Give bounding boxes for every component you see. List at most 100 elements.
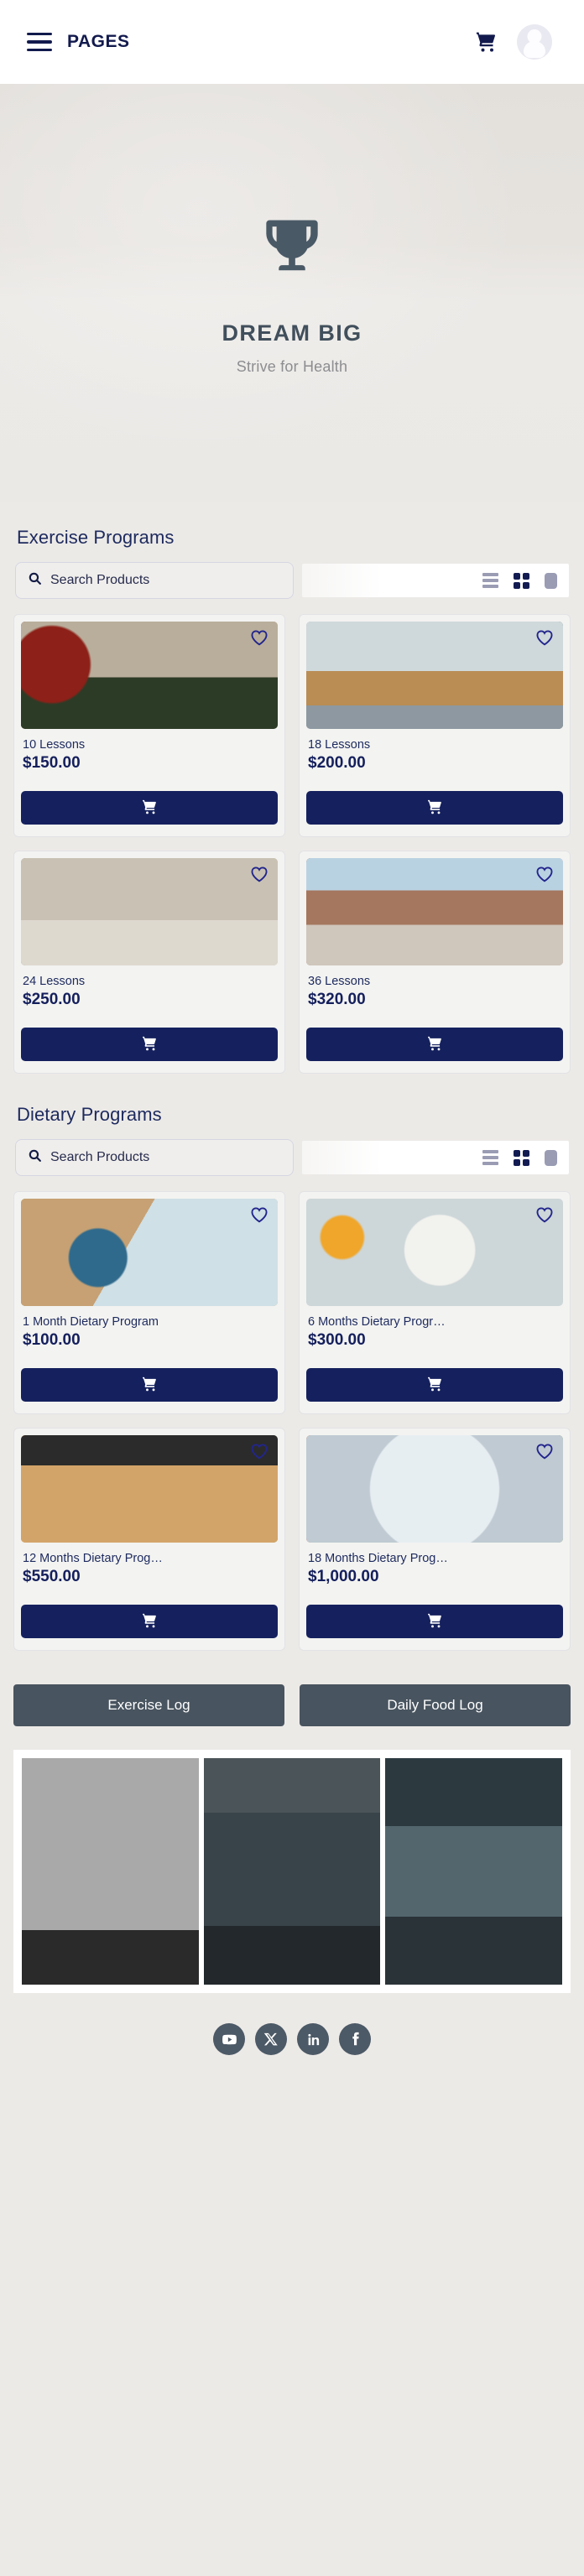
product-price: $250.00 <box>23 991 81 1008</box>
product-title: 18 Lessons <box>308 738 371 752</box>
product-card[interactable]: 12 Months Dietary Prog… $550.00 <box>13 1428 285 1651</box>
product-image <box>21 858 278 965</box>
section-title-dietary: Dietary Programs <box>17 1104 162 1125</box>
view-toggle-dietary <box>302 1141 569 1174</box>
search-placeholder-text: Search Products <box>50 1150 150 1164</box>
add-to-cart-button[interactable] <box>21 791 278 825</box>
exercise-log-button[interactable]: Exercise Log <box>13 1684 284 1726</box>
product-card[interactable]: 6 Months Dietary Progr… $300.00 <box>299 1191 571 1414</box>
daily-food-log-button[interactable]: Daily Food Log <box>300 1684 571 1726</box>
heart-outline-icon[interactable] <box>250 1443 269 1464</box>
x-twitter-icon[interactable] <box>255 2023 287 2055</box>
log-buttons-row: Exercise Log Daily Food Log <box>0 1656 584 1750</box>
heart-outline-icon[interactable] <box>250 1206 269 1227</box>
heart-outline-icon[interactable] <box>535 1206 554 1227</box>
view-toggle-exercise <box>302 564 569 597</box>
avatar[interactable] <box>517 24 552 60</box>
search-icon <box>28 571 42 590</box>
product-grid-exercise: 10 Lessons $150.00 18 Lessons $200.00 24… <box>13 614 571 1079</box>
product-image <box>21 622 278 729</box>
toolbar-dietary: Search Products <box>13 1139 571 1191</box>
shopping-cart-icon <box>425 1035 444 1054</box>
add-to-cart-button[interactable] <box>306 791 563 825</box>
product-card[interactable]: 18 Lessons $200.00 <box>299 614 571 837</box>
product-title: 6 Months Dietary Progr… <box>308 1315 446 1329</box>
heart-outline-icon[interactable] <box>535 866 554 887</box>
app-page: PAGES DREAM BIG Strive for Health Exerci… <box>0 0 584 2576</box>
product-price: $550.00 <box>23 1568 81 1585</box>
section-dietary-programs: Dietary Programs Search Products 1 Month… <box>0 1079 584 1656</box>
search-input[interactable]: Search Products <box>15 1139 294 1176</box>
shopping-cart-icon <box>425 1376 444 1395</box>
linkedin-icon[interactable] <box>297 2023 329 2055</box>
trophy-star-icon <box>253 211 331 292</box>
product-image <box>306 1435 563 1543</box>
product-price: $150.00 <box>23 754 81 772</box>
shopping-cart-icon[interactable] <box>473 30 498 54</box>
heart-outline-icon[interactable] <box>535 629 554 650</box>
header-right-group <box>473 24 552 60</box>
add-to-cart-button[interactable] <box>21 1028 278 1061</box>
gallery-image <box>385 1758 562 1985</box>
product-card[interactable]: 36 Lessons $320.00 <box>299 851 571 1074</box>
shopping-cart-icon <box>140 1612 159 1631</box>
grid-view-icon[interactable] <box>514 572 529 589</box>
product-card[interactable]: 10 Lessons $150.00 <box>13 614 285 837</box>
pages-menu-label[interactable]: PAGES <box>67 32 129 52</box>
heart-outline-icon[interactable] <box>535 1443 554 1464</box>
shopping-cart-icon <box>140 1376 159 1395</box>
product-image <box>306 622 563 729</box>
toolbar-exercise: Search Products <box>13 562 571 614</box>
product-title: 1 Month Dietary Program <box>23 1315 159 1329</box>
product-title: 36 Lessons <box>308 975 371 988</box>
shopping-cart-icon <box>140 1035 159 1054</box>
hamburger-icon[interactable] <box>27 33 52 51</box>
product-price: $100.00 <box>23 1331 81 1349</box>
add-to-cart-button[interactable] <box>306 1368 563 1402</box>
shopping-cart-icon <box>425 1612 444 1631</box>
product-title: 12 Months Dietary Prog… <box>23 1552 163 1565</box>
product-price: $300.00 <box>308 1331 366 1349</box>
product-image <box>21 1199 278 1306</box>
product-title: 18 Months Dietary Prog… <box>308 1552 448 1565</box>
social-footer <box>0 1993 584 2080</box>
single-view-icon[interactable] <box>545 1149 557 1166</box>
facebook-icon[interactable] <box>339 2023 371 2055</box>
search-input[interactable]: Search Products <box>15 562 294 599</box>
section-exercise-programs: Exercise Programs Search Products 10 Les… <box>0 502 584 1079</box>
section-title-exercise: Exercise Programs <box>17 527 175 548</box>
product-price: $1,000.00 <box>308 1568 379 1585</box>
list-view-icon[interactable] <box>482 573 498 588</box>
add-to-cart-button[interactable] <box>21 1368 278 1402</box>
product-price: $200.00 <box>308 754 366 772</box>
product-grid-dietary: 1 Month Dietary Program $100.00 6 Months… <box>13 1191 571 1656</box>
product-title: 24 Lessons <box>23 975 86 988</box>
search-placeholder-text: Search Products <box>50 573 150 587</box>
gallery-image <box>203 1758 381 1985</box>
product-price: $320.00 <box>308 991 366 1008</box>
product-card[interactable]: 24 Lessons $250.00 <box>13 851 285 1074</box>
add-to-cart-button[interactable] <box>306 1605 563 1638</box>
photo-gallery <box>13 1750 571 1993</box>
app-header: PAGES <box>0 0 584 84</box>
header-left-group: PAGES <box>27 32 129 52</box>
heart-outline-icon[interactable] <box>250 866 269 887</box>
hero-title: DREAM BIG <box>222 320 362 346</box>
youtube-icon[interactable] <box>213 2023 245 2055</box>
product-image <box>306 1199 563 1306</box>
gallery-image <box>22 1758 199 1985</box>
product-card[interactable]: 18 Months Dietary Prog… $1,000.00 <box>299 1428 571 1651</box>
shopping-cart-icon <box>425 799 444 818</box>
search-icon <box>28 1148 42 1167</box>
product-title: 10 Lessons <box>23 738 86 752</box>
single-view-icon[interactable] <box>545 572 557 589</box>
hero-banner: DREAM BIG Strive for Health <box>0 84 584 502</box>
grid-view-icon[interactable] <box>514 1149 529 1166</box>
product-image <box>21 1435 278 1543</box>
product-image <box>306 858 563 965</box>
heart-outline-icon[interactable] <box>250 629 269 650</box>
add-to-cart-button[interactable] <box>306 1028 563 1061</box>
list-view-icon[interactable] <box>482 1150 498 1165</box>
product-card[interactable]: 1 Month Dietary Program $100.00 <box>13 1191 285 1414</box>
add-to-cart-button[interactable] <box>21 1605 278 1638</box>
